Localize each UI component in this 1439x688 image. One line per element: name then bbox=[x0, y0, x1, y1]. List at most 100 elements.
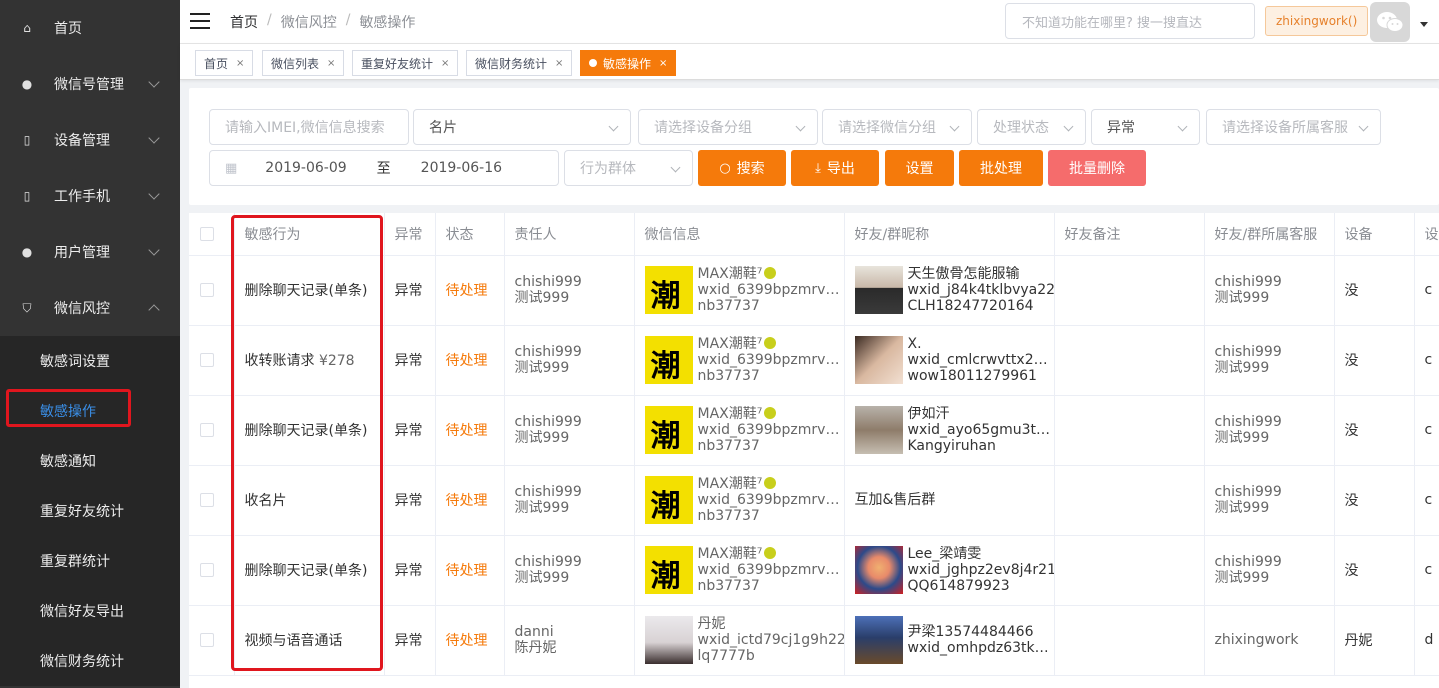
table-row[interactable]: 收转账请求 ¥278异常待处理chishi999测试999MAX潮鞋⁷wxid_… bbox=[189, 325, 1439, 396]
close-icon[interactable]: × bbox=[236, 58, 244, 69]
row-checkbox[interactable] bbox=[200, 633, 214, 647]
batch-delete-button[interactable]: 批量删除 bbox=[1048, 150, 1146, 186]
column-header[interactable]: 责任人 bbox=[504, 213, 635, 256]
table-row[interactable]: 删除聊天记录(单条) 异常待处理chishi999测试999MAX潮鞋⁷wxid… bbox=[189, 255, 1439, 326]
wechat-id: wxid_6399bpzmrv… bbox=[697, 492, 840, 508]
hamburger-icon[interactable] bbox=[190, 13, 210, 29]
tab-finance[interactable]: 微信财务统计 × bbox=[466, 50, 573, 76]
status-cell[interactable]: 待处理 bbox=[435, 395, 505, 466]
sidebar-item-label: 用户管理 bbox=[54, 245, 110, 261]
friend-id: wxid_omhpdz63tk… bbox=[907, 640, 1049, 656]
tab-home[interactable]: 首页 × bbox=[195, 50, 254, 76]
submenu-item-finance[interactable]: 微信财务统计 bbox=[0, 636, 180, 686]
select-value: 请选择设备所属客服 bbox=[1222, 120, 1348, 136]
column-header[interactable]: 好友备注 bbox=[1054, 213, 1205, 256]
action-text: 删除聊天记录(单条) bbox=[244, 563, 368, 579]
sidebar-item-label: 微信号管理 bbox=[54, 77, 124, 93]
abnormal-cell: 异常 bbox=[384, 605, 436, 676]
submenu-item-sensitive-actions[interactable]: 敏感操作 bbox=[0, 386, 180, 436]
status-cell[interactable]: 待处理 bbox=[435, 325, 505, 396]
friend-cell: 天生傲骨怎能服输 wxid_j84k4tklbvya22 CLH1824772016… bbox=[844, 255, 1055, 326]
caret-down-icon[interactable] bbox=[1420, 22, 1428, 27]
sidebar-item-wechat[interactable]: ● 微信号管理 bbox=[0, 56, 180, 112]
select-value: 异常 bbox=[1107, 120, 1135, 136]
type-select[interactable]: 名片 bbox=[413, 109, 631, 145]
tab-sensitive-actions[interactable]: 敏感操作 × bbox=[580, 50, 677, 76]
select-value: 请选择设备分组 bbox=[654, 120, 752, 136]
friend-account: QQ614879923 bbox=[907, 578, 1010, 594]
tab-duplicate-friends[interactable]: 重复好友统计 × bbox=[352, 50, 459, 76]
tab-wechat-list[interactable]: 微信列表 × bbox=[262, 50, 345, 76]
owner-cell: chishi999 测试999 bbox=[504, 465, 635, 536]
column-header[interactable]: 设备 bbox=[1334, 213, 1415, 256]
owner-cell: chishi999 测试999 bbox=[504, 535, 635, 606]
row-checkbox[interactable] bbox=[200, 493, 214, 507]
column-header[interactable]: 异常 bbox=[384, 213, 436, 256]
column-header[interactable]: 设 bbox=[1414, 213, 1439, 256]
column-header[interactable]: 微信信息 bbox=[634, 213, 845, 256]
select-value: 请选择微信分组 bbox=[838, 120, 936, 136]
submenu-item-duplicate-friends[interactable]: 重复好友统计 bbox=[0, 486, 180, 536]
submenu-item-sensitive-words[interactable]: 敏感词设置 bbox=[0, 336, 180, 386]
user-icon: ● bbox=[21, 245, 33, 259]
sidebar-item-user[interactable]: ● 用户管理 bbox=[0, 224, 180, 280]
avatar[interactable] bbox=[1370, 2, 1410, 42]
feature-search-input[interactable]: 不知道功能在哪里? 搜一搜直达 bbox=[1005, 3, 1255, 39]
service-select[interactable]: 请选择设备所属客服 bbox=[1206, 109, 1381, 145]
friend-avatar bbox=[854, 336, 903, 384]
submenu-item-friend-export[interactable]: 微信好友导出 bbox=[0, 586, 180, 636]
sidebar-item-risk[interactable]: ⛉ 微信风控 bbox=[0, 280, 180, 336]
wechat-group-select[interactable]: 请选择微信分组 bbox=[822, 109, 972, 145]
close-icon[interactable]: × bbox=[327, 58, 335, 69]
service-cell: chishi999 测试999 bbox=[1204, 255, 1335, 326]
sidebar-item-home[interactable]: ⌂ 首页 bbox=[0, 0, 180, 56]
abnormal-cell: 异常 bbox=[384, 395, 436, 466]
service-cell: chishi999 测试999 bbox=[1204, 325, 1335, 396]
row-checkbox[interactable] bbox=[200, 423, 214, 437]
search-icon: ○ bbox=[719, 160, 731, 176]
remark-cell bbox=[1054, 605, 1205, 676]
owner-cell: chishi999 测试999 bbox=[504, 325, 635, 396]
close-icon[interactable]: × bbox=[555, 58, 563, 69]
table-row[interactable]: 收名片 异常待处理chishi999测试999MAX潮鞋⁷wxid_6399bp… bbox=[189, 465, 1439, 536]
status-cell[interactable]: 待处理 bbox=[435, 255, 505, 326]
abnormal-select[interactable]: 异常 bbox=[1091, 109, 1200, 145]
wechat-info-cell: MAX潮鞋⁷wxid_6399bpzmrv…nb37737 bbox=[634, 325, 845, 396]
status-select[interactable]: 处理状态 bbox=[977, 109, 1086, 145]
select-all-checkbox[interactable] bbox=[200, 226, 214, 241]
column-header[interactable]: 好友/群昵称 bbox=[844, 213, 1055, 256]
table-row[interactable]: 视频与语音通话 异常 待处理 danni 陈丹妮 丹妮 wxid_ictd79cj1g9h… bbox=[189, 605, 1439, 676]
close-icon[interactable]: × bbox=[441, 58, 449, 69]
device-group-select[interactable]: 请选择设备分组 bbox=[638, 109, 818, 145]
sidebar: ⌂ 首页 ● 微信号管理 ▯ 设备管理 ▯ 工作手机 ● 用户管理 ⛉ 微信风控 bbox=[0, 0, 180, 688]
friend-nickname: Lee_梁靖雯 bbox=[907, 546, 982, 562]
sidebar-item-device[interactable]: ▯ 设备管理 bbox=[0, 112, 180, 168]
status-cell[interactable]: 待处理 bbox=[435, 465, 505, 536]
row-checkbox[interactable] bbox=[200, 353, 214, 367]
sidebar-item-phone[interactable]: ▯ 工作手机 bbox=[0, 168, 180, 224]
row-checkbox[interactable] bbox=[200, 563, 214, 577]
imei-search-input[interactable]: 请输入IMEI,微信信息搜索 bbox=[209, 109, 409, 145]
wechat-nickname: MAX潮鞋⁷ bbox=[697, 546, 763, 562]
row-select-cell bbox=[189, 465, 235, 536]
status-cell[interactable]: 待处理 bbox=[435, 535, 505, 606]
row-checkbox[interactable] bbox=[200, 283, 214, 297]
settings-button[interactable]: 设置 bbox=[885, 150, 954, 186]
status-cell[interactable]: 待处理 bbox=[435, 605, 505, 676]
date-range-picker[interactable]: ▦ 2019-06-09 至 2019-06-16 bbox=[209, 150, 559, 186]
search-button[interactable]: ○ 搜索 bbox=[698, 150, 786, 186]
export-button[interactable]: ⤓ 导出 bbox=[791, 150, 879, 186]
table-row[interactable]: 删除聊天记录(单条) 异常待处理chishi999测试999MAX潮鞋⁷wxid… bbox=[189, 395, 1439, 466]
column-header[interactable]: 敏感行为 bbox=[234, 213, 385, 256]
column-header[interactable]: 状态 bbox=[435, 213, 505, 256]
submenu-item-sensitive-notice[interactable]: 敏感通知 bbox=[0, 436, 180, 486]
batch-process-button[interactable]: 批处理 bbox=[959, 150, 1043, 186]
submenu-item-duplicate-groups[interactable]: 重复群统计 bbox=[0, 536, 180, 586]
column-header[interactable]: 好友/群所属客服 bbox=[1204, 213, 1335, 256]
row-select-cell bbox=[189, 395, 235, 466]
breadcrumb-home[interactable]: 首页 bbox=[230, 12, 258, 32]
user-tag[interactable]: zhixingwork() bbox=[1265, 6, 1369, 36]
behavior-group-select[interactable]: 行为群体 bbox=[564, 150, 693, 186]
table-row[interactable]: 删除聊天记录(单条) 异常待处理chishi999测试999MAX潮鞋⁷wxid… bbox=[189, 535, 1439, 606]
close-icon[interactable]: × bbox=[659, 58, 667, 69]
